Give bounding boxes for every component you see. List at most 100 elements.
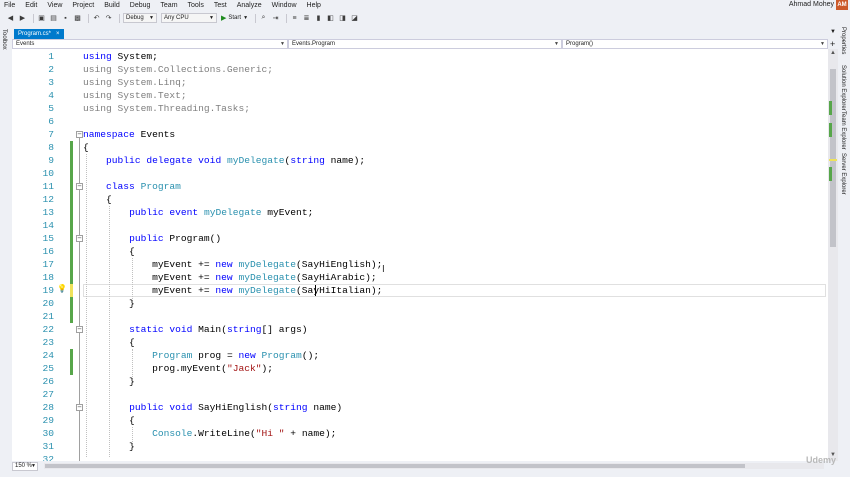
prev-bookmark-icon[interactable]: ◧ bbox=[326, 14, 335, 23]
menu-item-file[interactable]: File bbox=[0, 2, 20, 9]
start-button[interactable]: ▶ Start ▼ bbox=[221, 14, 248, 22]
menu-item-build[interactable]: Build bbox=[99, 2, 125, 9]
zoom-select[interactable]: 150 % ▼ bbox=[12, 461, 38, 471]
team-explorer-tab[interactable]: Team Explorer bbox=[840, 111, 846, 150]
open-file-icon[interactable]: ▤ bbox=[49, 14, 58, 23]
menu-item-window[interactable]: Window bbox=[267, 2, 302, 9]
menu-item-edit[interactable]: Edit bbox=[20, 2, 42, 9]
code-line[interactable]: 28 public void SayHiEnglish(string name) bbox=[12, 401, 828, 414]
find-icon[interactable]: ⌕ bbox=[259, 14, 268, 23]
code-token: "Jack" bbox=[226, 363, 262, 374]
code-text: using System.Collections.Generic; bbox=[83, 63, 273, 76]
chevron-down-icon: ▼ bbox=[243, 15, 249, 21]
code-line[interactable]: 9 public delegate void myDelegate(string… bbox=[12, 154, 828, 167]
code-token: myDelegate bbox=[203, 207, 262, 218]
code-line[interactable]: 18 myEvent += new myDelegate(SayHiArabic… bbox=[12, 271, 828, 284]
menu-item-team[interactable]: Team bbox=[155, 2, 182, 9]
code-line[interactable]: 31 } bbox=[12, 440, 828, 453]
redo-icon[interactable]: ↷ bbox=[104, 14, 113, 23]
split-window-icon[interactable]: + bbox=[830, 39, 835, 49]
scrollbar-thumb[interactable] bbox=[830, 69, 836, 247]
code-editor[interactable]: − − − − −1 using System; 2 using System.Collect… bbox=[12, 49, 828, 461]
horizontal-scrollbar-thumb[interactable] bbox=[45, 464, 745, 468]
code-line[interactable]: 7 namespace Events bbox=[12, 128, 828, 141]
project-select[interactable]: Events ▼ bbox=[12, 39, 288, 49]
line-number: 1 bbox=[48, 51, 54, 62]
toolbar-separator bbox=[33, 13, 34, 23]
menu-item-project[interactable]: Project bbox=[67, 2, 99, 9]
code-line[interactable]: 13 public event myDelegate myEvent; bbox=[12, 206, 828, 219]
close-icon[interactable]: × bbox=[56, 31, 60, 37]
code-line[interactable]: 16 { bbox=[12, 245, 828, 258]
member-select[interactable]: Program() ▼ bbox=[562, 39, 828, 49]
code-line[interactable]: 8{ bbox=[12, 141, 828, 154]
comment-icon[interactable]: ≡ bbox=[290, 14, 299, 23]
clear-bookmarks-icon[interactable]: ◪ bbox=[350, 14, 359, 23]
server-explorer-tab[interactable]: Server Explorer bbox=[840, 153, 846, 195]
code-line[interactable]: 26 } bbox=[12, 375, 828, 388]
user-name[interactable]: Ahmad Mohey bbox=[789, 1, 834, 8]
line-number: 8 bbox=[48, 142, 54, 153]
type-select[interactable]: Events.Program ▼ bbox=[288, 39, 562, 49]
code-line[interactable]: 32 bbox=[12, 453, 828, 461]
code-line[interactable]: 3 using System.Linq; bbox=[12, 76, 828, 89]
menu-item-analyze[interactable]: Analyze bbox=[232, 2, 267, 9]
code-token: name); bbox=[324, 155, 366, 166]
code-token: (SayHiItalian); bbox=[296, 285, 383, 296]
undo-icon[interactable]: ↶ bbox=[92, 14, 101, 23]
code-token: myDelegate bbox=[238, 285, 297, 296]
next-bookmark-icon[interactable]: ◨ bbox=[338, 14, 347, 23]
solution-platform-select[interactable]: Any CPU ▼ bbox=[161, 13, 217, 23]
menu-item-debug[interactable]: Debug bbox=[125, 2, 156, 9]
solution-configuration-select[interactable]: Debug ▼ bbox=[123, 13, 157, 23]
code-line[interactable]: 19 myEvent += new myDelegate(SayHiItalia… bbox=[12, 284, 828, 297]
code-line[interactable]: 4 using System.Text; bbox=[12, 89, 828, 102]
code-line[interactable]: 10 bbox=[12, 167, 828, 180]
tab-program-cs[interactable]: Program.cs* × bbox=[14, 29, 64, 39]
code-line[interactable]: 2 using System.Collections.Generic; bbox=[12, 63, 828, 76]
new-project-icon[interactable]: ▣ bbox=[37, 14, 46, 23]
save-icon[interactable]: ▪ bbox=[61, 14, 70, 23]
code-line[interactable]: 29 { bbox=[12, 414, 828, 427]
tab-list-chevron-icon[interactable]: ▼ bbox=[830, 29, 836, 35]
lightbulb-icon[interactable]: 💡 bbox=[57, 284, 67, 293]
change-marker bbox=[829, 101, 832, 115]
step-icon[interactable]: ⇥ bbox=[271, 14, 280, 23]
navigate-back-icon[interactable]: ◀ bbox=[6, 14, 15, 23]
menu-item-tools[interactable]: Tools bbox=[183, 2, 209, 9]
editor-vertical-scrollbar[interactable]: ▲ ▼ bbox=[828, 49, 838, 461]
code-token: myDelegate bbox=[238, 272, 297, 283]
code-token: Events bbox=[134, 129, 176, 140]
code-line[interactable]: 23 { bbox=[12, 336, 828, 349]
code-line[interactable]: 22 static void Main(string[] args) bbox=[12, 323, 828, 336]
menu-item-help[interactable]: Help bbox=[302, 2, 326, 9]
bookmark-icon[interactable]: ▮ bbox=[314, 14, 323, 23]
code-line[interactable]: 1 using System; bbox=[12, 50, 828, 63]
code-line[interactable]: 21 bbox=[12, 310, 828, 323]
code-line[interactable]: 17 myEvent += new myDelegate(SayHiEnglis… bbox=[12, 258, 828, 271]
code-token: Program bbox=[261, 350, 302, 361]
code-line[interactable]: 25 prog.myEvent("Jack"); bbox=[12, 362, 828, 375]
code-line[interactable]: 24 Program prog = new Program(); bbox=[12, 349, 828, 362]
navigate-forward-icon[interactable]: ▶ bbox=[18, 14, 27, 23]
toolbox-tab[interactable]: Toolbox bbox=[1, 29, 7, 50]
code-line[interactable]: 20 } bbox=[12, 297, 828, 310]
code-line[interactable]: 12 { bbox=[12, 193, 828, 206]
code-line[interactable]: 11 class Program bbox=[12, 180, 828, 193]
code-line[interactable]: 14 bbox=[12, 219, 828, 232]
avatar[interactable]: AM bbox=[836, 0, 848, 10]
code-line[interactable]: 6 bbox=[12, 115, 828, 128]
save-all-icon[interactable]: ▩ bbox=[73, 14, 82, 23]
code-line[interactable]: 27 bbox=[12, 388, 828, 401]
menu-item-test[interactable]: Test bbox=[209, 2, 232, 9]
editor-horizontal-scrollbar[interactable] bbox=[44, 463, 824, 469]
properties-tab[interactable]: Properties bbox=[840, 27, 846, 54]
uncomment-icon[interactable]: ≣ bbox=[302, 14, 311, 23]
solution-explorer-tab[interactable]: Solution Explorer bbox=[840, 65, 846, 111]
code-line[interactable]: 30 Console.WriteLine("Hi " + name); bbox=[12, 427, 828, 440]
code-line[interactable]: 5 using System.Threading.Tasks; bbox=[12, 102, 828, 115]
code-line[interactable]: 15 public Program() bbox=[12, 232, 828, 245]
menu-item-view[interactable]: View bbox=[42, 2, 67, 9]
scroll-up-icon[interactable]: ▲ bbox=[830, 50, 836, 56]
